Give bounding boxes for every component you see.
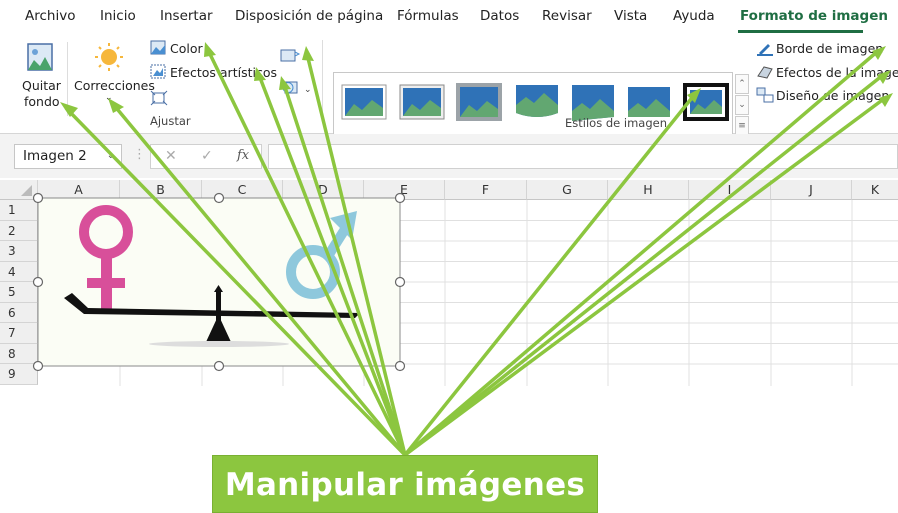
arrowheads [60, 42, 893, 117]
callout-label: Manipular imágenes [224, 467, 586, 503]
callout-label-box: Manipular imágenes [212, 455, 598, 513]
excel-window: Archivo Inicio Insertar Disposición de p… [0, 0, 898, 513]
image-and-arrows-layer [32, 42, 893, 457]
